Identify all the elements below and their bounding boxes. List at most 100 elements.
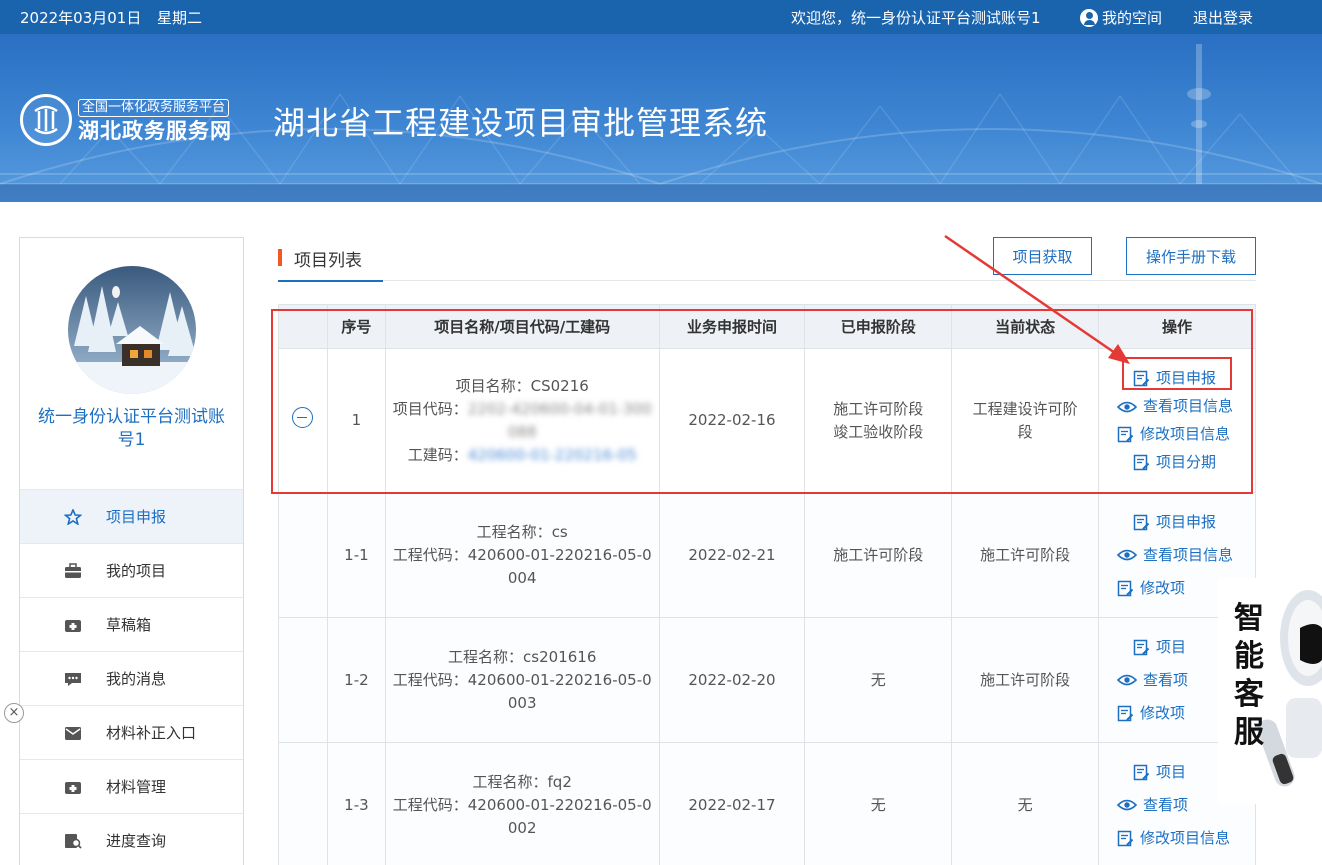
op-view-project[interactable]: 查看项目信息 bbox=[1116, 395, 1233, 418]
engineering-name-line: 工程名称：fq2 bbox=[386, 771, 659, 794]
folder-icon bbox=[65, 781, 81, 794]
expand-cell bbox=[278, 492, 328, 618]
op-label: 修改项目信息 bbox=[1139, 425, 1230, 443]
eye-icon bbox=[1116, 799, 1137, 811]
op-project-phasing[interactable]: 项目分期 bbox=[1117, 451, 1216, 474]
engineering-code-line: 工程代码：420600-01-220216-05-0 bbox=[386, 669, 659, 692]
sidebar-item-my-projects[interactable]: 我的项目 bbox=[20, 543, 243, 597]
engineering-code-value: 420600-01-220216-05-0 bbox=[467, 670, 652, 689]
logo-title: 湖北政务服务网 bbox=[78, 118, 232, 143]
section-title-project-list[interactable]: 项目列表 bbox=[278, 246, 362, 271]
op-label: 查看项 bbox=[1142, 670, 1188, 689]
engineering-name-line: 工程名称：cs bbox=[386, 521, 659, 544]
logo-subtitle: 全国一体化政务服务平台 bbox=[78, 98, 230, 117]
my-space-link[interactable]: 我的空间 bbox=[1080, 7, 1162, 28]
op-label: 查看项 bbox=[1142, 795, 1188, 814]
op-project-declare[interactable]: 项目 bbox=[1117, 761, 1186, 784]
op-edit-project[interactable]: 修改项 bbox=[1117, 577, 1185, 600]
project-code-label: 项目代码： bbox=[392, 399, 468, 418]
project-info-cell: 工程名称：cs201616 工程代码：420600-01-220216-05-0… bbox=[384, 617, 660, 743]
site-logo[interactable]: 全国一体化政务服务平台 湖北政务服务网 bbox=[20, 94, 232, 146]
fetch-project-button[interactable]: 项目获取 bbox=[993, 237, 1092, 275]
logo-text: 全国一体化政务服务平台 湖北政务服务网 bbox=[78, 96, 232, 145]
sidebar-item-progress-query[interactable]: 进度查询 bbox=[20, 813, 243, 865]
op-view-project[interactable]: 查看项 bbox=[1116, 794, 1188, 817]
engineering-name-label: 工程名称： bbox=[476, 522, 552, 541]
sidebar-item-drafts[interactable]: 草稿箱 bbox=[20, 597, 243, 651]
engineering-code-value: 420600-01-220216-05-0 bbox=[467, 545, 652, 564]
sidebar-item-material-correction[interactable]: 材料补正入口 bbox=[20, 705, 243, 759]
edit-doc-icon bbox=[1133, 764, 1150, 780]
declare-date-cell: 2022-02-17 bbox=[658, 742, 806, 865]
edit-doc-icon bbox=[1133, 514, 1150, 530]
declare-date-cell: 2022-02-20 bbox=[658, 617, 806, 743]
header-project-info: 项目名称/项目代码/工建码 bbox=[384, 304, 660, 349]
sidebar-item-label: 项目申报 bbox=[106, 508, 167, 526]
op-edit-project[interactable]: 修改项 bbox=[1117, 702, 1185, 725]
project-name-label: 项目名称： bbox=[455, 376, 531, 395]
op-label: 修改项 bbox=[1139, 703, 1185, 722]
op-project-declare[interactable]: 项目申报 bbox=[1117, 511, 1216, 534]
engineering-code-line: 工程代码：420600-01-220216-05-0 bbox=[386, 544, 659, 567]
collapse-icon[interactable] bbox=[292, 406, 314, 428]
engineering-name-label: 工程名称： bbox=[472, 772, 548, 791]
op-edit-project[interactable]: 修改项目信息 bbox=[1117, 423, 1230, 446]
op-label: 项目申报 bbox=[1155, 369, 1216, 387]
search-doc-icon bbox=[65, 833, 82, 849]
declare-date-cell: 2022-02-21 bbox=[658, 492, 806, 618]
header-current-status: 当前状态 bbox=[951, 304, 1099, 349]
sidebar-menu: 项目申报 我的项目 草稿箱 我的消息 材料补正入口 材料管理 进度查询 bbox=[20, 489, 243, 865]
op-label: 修改项目信息 bbox=[1139, 828, 1230, 847]
logout-link[interactable]: 退出登录 bbox=[1193, 7, 1253, 28]
engineering-code-label: 工程代码： bbox=[392, 545, 468, 564]
close-float-button[interactable]: × bbox=[4, 703, 24, 723]
status-cell: 施工许可阶段 bbox=[951, 492, 1099, 618]
sidebar-item-project-declare[interactable]: 项目申报 bbox=[20, 489, 243, 543]
project-name-line: 项目名称：CS0216 bbox=[386, 375, 659, 398]
user-circle-icon bbox=[1080, 8, 1098, 27]
declared-stage-cell: 无 bbox=[804, 742, 953, 865]
op-project-declare[interactable]: 项目申报 bbox=[1117, 367, 1216, 390]
download-manual-button[interactable]: 操作手册下载 bbox=[1126, 237, 1256, 275]
edit-doc-icon bbox=[1133, 454, 1150, 471]
page-root: 2022年03月01日 星期二 欢迎您，统一身份认证平台测试账号1 我的空间 退… bbox=[0, 0, 1322, 865]
operations-list: 项目申报 查看项目信息 修改项目信息 项目分期 bbox=[1099, 367, 1255, 474]
sidebar-item-label: 材料管理 bbox=[106, 778, 167, 796]
op-view-project[interactable]: 查看项 bbox=[1116, 669, 1188, 692]
mail-icon bbox=[65, 726, 81, 740]
sidebar-item-my-messages[interactable]: 我的消息 bbox=[20, 651, 243, 705]
engineering-code-line: 工程代码：420600-01-220216-05-0 bbox=[386, 794, 659, 817]
engineering-code-line-2: 002 bbox=[507, 818, 537, 837]
engineering-code-line-2: 003 bbox=[507, 693, 537, 712]
sidebar: 统一身份认证平台测试账号1 项目申报 我的项目 草稿箱 我的消息 材料补正入口 bbox=[19, 237, 244, 865]
table-row: 1-2 工程名称：cs201616 工程代码：420600-01-220216-… bbox=[278, 617, 1257, 743]
header-operations: 操作 bbox=[1097, 304, 1257, 349]
table-header-row: 序号 项目名称/项目代码/工建码 业务申报时间 已申报阶段 当前状态 操作 bbox=[278, 304, 1257, 349]
edit-doc-icon bbox=[1133, 370, 1150, 387]
sidebar-item-material-management[interactable]: 材料管理 bbox=[20, 759, 243, 813]
stage-line: 竣工验收阶段 bbox=[833, 422, 924, 441]
message-icon bbox=[65, 672, 81, 686]
engineering-name-value: cs bbox=[551, 522, 568, 541]
op-project-declare[interactable]: 项目 bbox=[1117, 636, 1186, 659]
smart-service-label: 智能客服 bbox=[1234, 601, 1264, 750]
op-label: 项目申报 bbox=[1155, 512, 1216, 531]
declare-date-cell: 2022-02-16 bbox=[658, 348, 806, 493]
section-divider bbox=[278, 280, 1256, 281]
my-space-label: 我的空间 bbox=[1102, 9, 1163, 27]
smart-customer-service-widget[interactable]: 智能客服 bbox=[1190, 568, 1322, 818]
section-tab-indicator bbox=[278, 280, 383, 282]
op-edit-project[interactable]: 修改项目信息 bbox=[1117, 827, 1230, 850]
sidebar-user-name: 统一身份认证平台测试账号1 bbox=[38, 407, 225, 450]
expand-cell bbox=[278, 617, 328, 743]
edit-doc-icon bbox=[1117, 705, 1134, 721]
expand-cell bbox=[278, 348, 328, 493]
index-cell: 1-1 bbox=[326, 492, 386, 618]
gongjian-code-value[interactable]: 420600-01-220216-05 bbox=[468, 444, 637, 467]
avatar bbox=[68, 266, 196, 394]
status-cell: 无 bbox=[951, 742, 1099, 865]
project-code-value-2: 088 bbox=[507, 422, 537, 441]
op-view-project[interactable]: 查看项目信息 bbox=[1116, 544, 1233, 567]
engineering-code-line-2: 004 bbox=[507, 568, 537, 587]
sidebar-item-label: 我的项目 bbox=[106, 562, 167, 580]
